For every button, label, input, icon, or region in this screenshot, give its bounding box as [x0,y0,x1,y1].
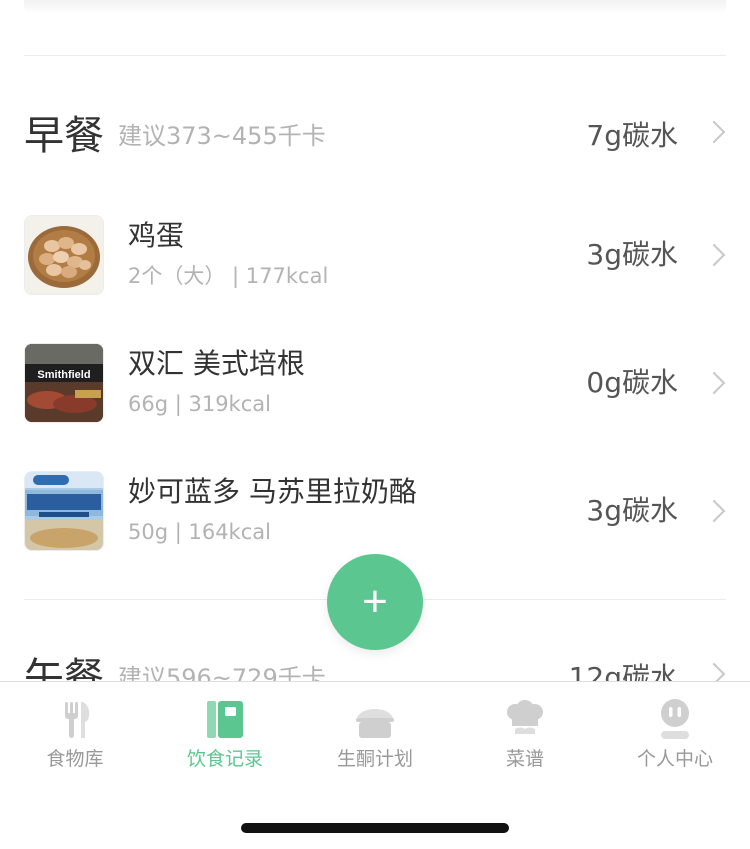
food-portion-info: 2个（大） | 177kcal [128,264,329,288]
food-item-bacon[interactable]: Smithfield 双汇 美式培根 66g | 319kcal 0g碳水 [24,343,726,423]
bacon-package-text: Smithfield [37,369,90,381]
tab-profile[interactable]: 个人中心 [600,698,750,778]
food-name: 妙可蓝多 马苏里拉奶酪 [128,475,417,508]
tab-recipes[interactable]: 菜谱 [450,698,600,778]
tab-label: 个人中心 [636,748,713,770]
food-carb: 3g碳水 [586,238,678,271]
cheese-package-photo [24,471,104,551]
chef-hat-icon [503,698,547,742]
home-indicator[interactable] [241,823,509,833]
food-item-eggs[interactable]: 鸡蛋 2个（大） | 177kcal 3g碳水 [24,215,726,295]
plus-icon: + [362,577,388,626]
user-face-icon [653,698,697,742]
tab-label: 食物库 [46,748,104,770]
food-item-cheese[interactable]: 妙可蓝多 马苏里拉奶酪 50g | 164kcal 3g碳水 [24,471,726,551]
chevron-right-icon [702,371,726,395]
bacon-package-photo: Smithfield [24,343,104,423]
divider [24,55,726,56]
meal-header-breakfast[interactable]: 早餐 建议373~455千卡 7g碳水 [24,106,726,166]
meal-suggestion: 建议373~455千卡 [118,122,326,150]
fork-knife-icon [53,698,97,742]
plan-dome-icon [353,698,397,742]
tab-label: 饮食记录 [186,748,263,770]
food-name: 鸡蛋 [128,219,185,252]
bottom-tab-bar: 食物库 饮食记录 生酮计划 菜谱 个人中心 [0,681,750,849]
food-portion-info: 66g | 319kcal [128,392,271,416]
add-food-button[interactable]: + [327,554,423,650]
food-name: 双汇 美式培根 [128,347,305,380]
chevron-right-icon [702,120,726,144]
meal-title: 早餐 [24,113,104,159]
chevron-right-icon [702,499,726,523]
chevron-right-icon [702,243,726,267]
food-portion-info: 50g | 164kcal [128,520,271,544]
notebook-icon [203,698,247,742]
food-carb: 3g碳水 [586,494,678,527]
eggs-photo [24,215,104,295]
tab-keto-plan[interactable]: 生酮计划 [300,698,450,778]
tab-label: 生酮计划 [336,748,413,770]
food-carb: 0g碳水 [586,366,678,399]
previous-card-shadow [24,0,726,14]
tab-diet-record[interactable]: 饮食记录 [150,698,300,778]
tab-label: 菜谱 [505,748,544,770]
meal-carb-total: 7g碳水 [586,119,678,152]
tab-food-library[interactable]: 食物库 [0,698,150,778]
